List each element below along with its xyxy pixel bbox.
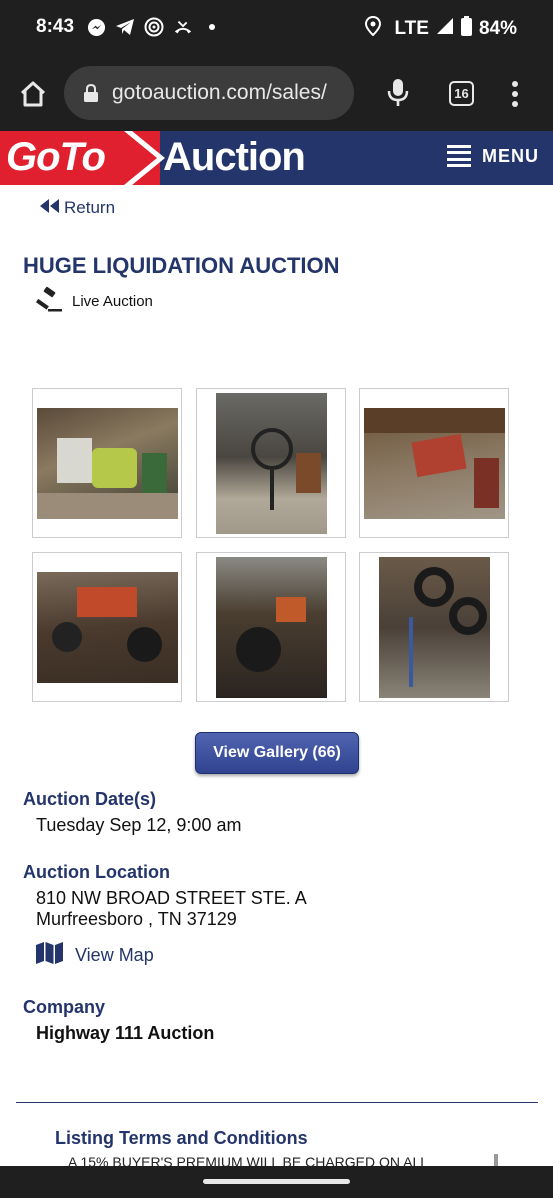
battery-icon — [460, 16, 472, 42]
return-link[interactable]: Return — [40, 198, 115, 218]
messenger-icon — [86, 17, 106, 37]
notification-icons — [86, 17, 222, 37]
browser-toolbar: gotoauction.com/sales/ 16 — [0, 57, 553, 131]
photo-garage-clutter — [36, 571, 178, 683]
company-value: Highway 111 Auction — [36, 1023, 215, 1043]
photo-generator — [36, 407, 178, 519]
url-text: gotoauction.com/sales/ — [112, 81, 327, 104]
logo-auction[interactable]: Auction — [163, 135, 306, 180]
address-line-1: 810 NW BROAD STREET STE. A — [36, 888, 307, 908]
terms-preview: A 15% BUYER'S PREMIUM WILL BE CHARGED ON… — [68, 1154, 429, 1166]
system-nav-bar — [0, 1166, 553, 1198]
menu-label: MENU — [482, 145, 539, 166]
network-label: LTE — [394, 18, 429, 39]
status-time: 8:43 — [36, 16, 75, 37]
photo-fan — [215, 392, 327, 534]
more-options-icon[interactable] — [506, 79, 524, 109]
photo-workbench — [363, 407, 505, 519]
terms-title: Listing Terms and Conditions — [55, 1128, 308, 1148]
gavel-icon — [35, 285, 64, 317]
lock-icon — [84, 83, 98, 102]
battery-level: 84% — [478, 18, 517, 39]
logo-goto[interactable]: GoTo — [6, 135, 106, 180]
photo-thumbnail[interactable] — [32, 552, 182, 702]
company-label: Company — [23, 997, 106, 1017]
hamburger-icon — [447, 145, 471, 167]
auction-date-value: Tuesday Sep 12, 9:00 am — [36, 815, 242, 835]
view-map-label: View Map — [75, 945, 154, 965]
auction-type: Live Auction — [35, 285, 153, 317]
location-icon — [365, 15, 382, 42]
double-arrow-left-icon — [40, 198, 60, 218]
photo-thumbnail[interactable] — [359, 388, 509, 538]
photo-tires — [378, 556, 490, 698]
auction-location-label: Auction Location — [23, 862, 170, 882]
microphone-icon[interactable] — [386, 78, 410, 108]
map-icon — [36, 942, 63, 969]
auction-date-label: Auction Date(s) — [23, 789, 157, 809]
tab-switcher-button[interactable]: 16 — [449, 81, 474, 106]
site-header: GoTo Auction MENU — [0, 131, 553, 185]
signal-icon — [436, 17, 454, 41]
home-icon[interactable] — [18, 79, 48, 109]
view-map-link[interactable]: View Map — [36, 942, 154, 969]
photo-thumbnail[interactable] — [196, 388, 346, 538]
address-line-2: Murfreesboro , TN 37129 — [36, 909, 237, 929]
photo-tools — [215, 556, 327, 698]
terms-scrollbar[interactable] — [494, 1154, 498, 1166]
status-right: LTE 84% — [365, 15, 517, 42]
missed-call-icon — [173, 17, 193, 37]
status-bar: 8:43 LTE 84% — [0, 0, 553, 57]
home-gesture-pill[interactable] — [203, 1179, 350, 1184]
photo-thumbnail[interactable] — [32, 388, 182, 538]
section-divider — [16, 1102, 538, 1103]
view-gallery-button[interactable]: View Gallery (66) — [195, 732, 359, 774]
menu-button[interactable]: MENU — [447, 145, 539, 167]
photo-thumbnail[interactable] — [359, 552, 509, 702]
return-label: Return — [64, 198, 116, 217]
dot-icon — [202, 17, 222, 37]
photo-thumbnail[interactable] — [196, 552, 346, 702]
wireless-icon — [144, 17, 164, 37]
telegram-icon — [115, 17, 135, 37]
address-bar[interactable]: gotoauction.com/sales/ — [64, 66, 354, 120]
page-title: HUGE LIQUIDATION AUCTION — [23, 253, 340, 278]
auction-type-label: Live Auction — [72, 292, 153, 310]
